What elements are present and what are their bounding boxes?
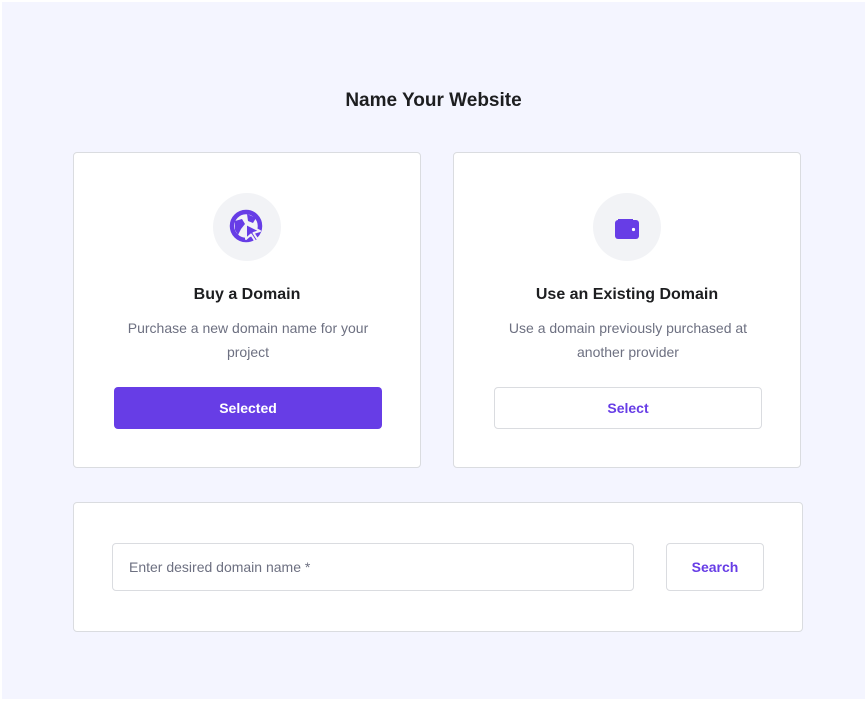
- domain-search-card: Search: [73, 502, 803, 632]
- wallet-icon: [615, 219, 639, 239]
- existing-domain-card[interactable]: Use an Existing Domain Use a domain prev…: [453, 152, 801, 468]
- existing-domain-description: Use a domain previously purchased at ano…: [508, 320, 748, 360]
- page-title: Name Your Website: [345, 90, 522, 111]
- page-container: Name Your Website Buy a Domain Purchase …: [2, 2, 865, 699]
- existing-domain-icon-circle: [593, 193, 661, 261]
- domain-name-input[interactable]: [112, 543, 634, 591]
- globe-cursor-icon: [229, 209, 263, 243]
- buy-domain-title: Buy a Domain: [193, 286, 301, 303]
- existing-domain-select-button[interactable]: Select: [494, 387, 762, 429]
- buy-domain-description: Purchase a new domain name for your proj…: [127, 320, 369, 360]
- buy-domain-card[interactable]: Buy a Domain Purchase a new domain name …: [73, 152, 421, 468]
- existing-domain-title: Use an Existing Domain: [535, 286, 719, 303]
- search-button[interactable]: Search: [666, 543, 764, 591]
- buy-domain-icon-circle: [213, 193, 281, 261]
- buy-domain-selected-button[interactable]: Selected: [114, 387, 382, 429]
